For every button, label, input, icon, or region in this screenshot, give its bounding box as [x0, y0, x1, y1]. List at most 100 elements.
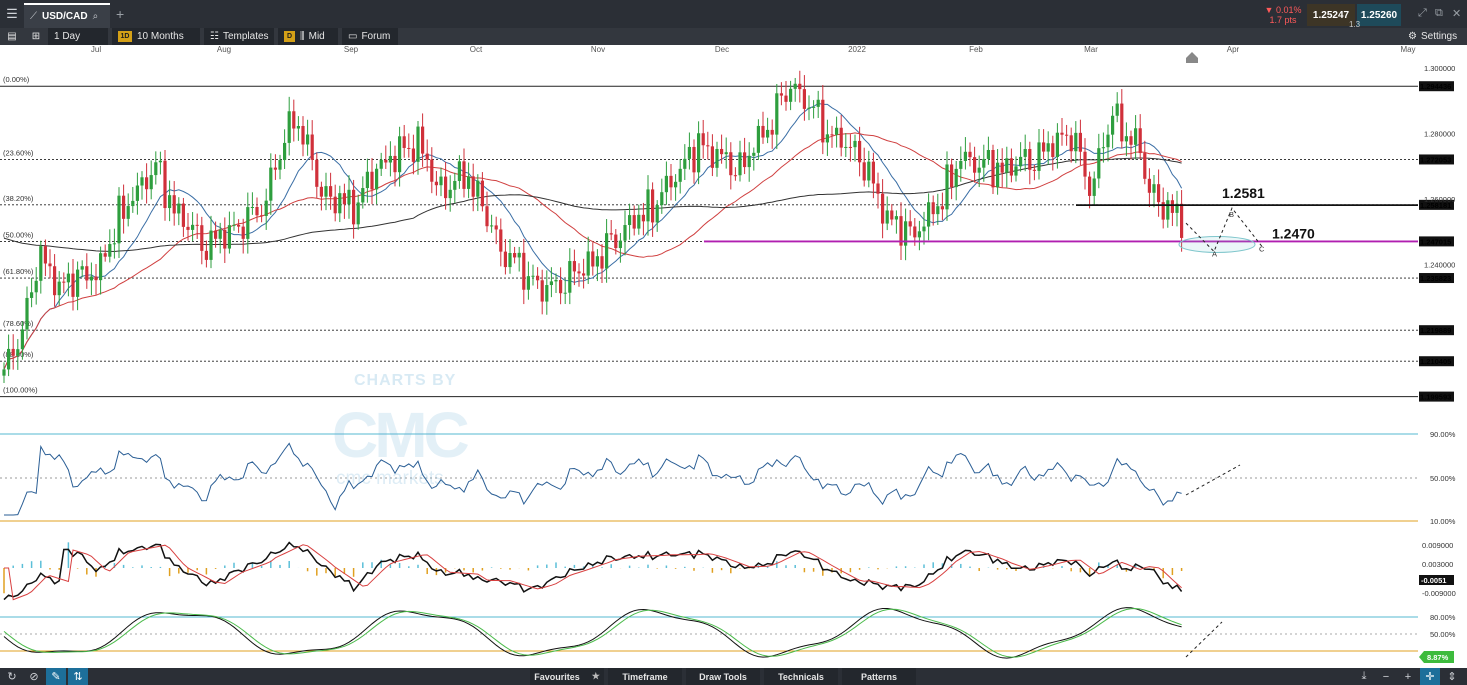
- candle-body: [301, 125, 305, 145]
- candle-body: [117, 195, 121, 244]
- chart-window: ☰ ⟋ USD/CAD ⌕ + ▼ 0.01% 1.7 pts 1.25247 …: [0, 0, 1467, 685]
- resize-icon[interactable]: ⇕: [1442, 668, 1462, 685]
- timeframe-button[interactable]: Timeframe: [608, 668, 682, 685]
- tab-usdcad[interactable]: ⟋ USD/CAD ⌕: [24, 3, 110, 28]
- candle-body: [871, 161, 875, 184]
- candle-body: [710, 146, 714, 168]
- candle-body: [701, 133, 705, 146]
- patterns-label: Patterns: [860, 671, 897, 682]
- candle-body: [775, 93, 779, 135]
- bid-price[interactable]: 1.25247: [1307, 4, 1355, 26]
- technicals-button[interactable]: Technicals: [764, 668, 838, 685]
- candle-body: [379, 159, 383, 169]
- candle-body: [1115, 103, 1119, 116]
- month-label: Feb: [969, 45, 983, 54]
- candle-body: [1000, 162, 1004, 173]
- candle-body: [678, 168, 682, 182]
- zoom-in-icon[interactable]: +: [1398, 668, 1418, 685]
- candle-body: [1028, 148, 1032, 170]
- price-type-button[interactable]: D ⫼ Mid: [278, 28, 338, 45]
- candle-body: [802, 89, 806, 109]
- candle-body: [628, 215, 632, 226]
- macd-panel: 0.009000 0.003000 -0.009000 -0.0051: [3, 541, 1456, 601]
- patterns-button[interactable]: Patterns: [842, 668, 916, 685]
- candle-body: [1134, 128, 1138, 145]
- draw-tools-button[interactable]: Draw Tools: [686, 668, 760, 685]
- stoch-current-tag: 8.87%: [1427, 653, 1449, 662]
- candle-body: [352, 189, 356, 225]
- candle-body: [108, 243, 112, 257]
- candle-body: [922, 226, 926, 232]
- candle-body: [986, 149, 990, 159]
- technicals-label: Technicals: [778, 671, 824, 682]
- candle-body: [669, 175, 673, 188]
- candle-body: [867, 161, 871, 181]
- detach-icon[interactable]: ⧉: [1435, 7, 1443, 20]
- favourites-button[interactable]: Favourites ★: [530, 668, 604, 685]
- candle-body: [485, 206, 489, 227]
- candle-body: [517, 252, 521, 258]
- candle-body: [697, 133, 701, 173]
- candle-body: [476, 180, 480, 197]
- templates-button[interactable]: ☷ Templates: [204, 28, 274, 45]
- candle-body: [85, 266, 89, 281]
- interval-button[interactable]: 1 Day: [48, 28, 108, 45]
- candle-body: [747, 155, 751, 168]
- candle-body: [513, 253, 517, 258]
- candle-icon: ⫼: [300, 31, 305, 42]
- export-icon[interactable]: ⤓: [1354, 668, 1374, 685]
- candle-body: [1074, 132, 1078, 152]
- macd-tick: 0.003000: [1422, 560, 1453, 569]
- candle-body: [1129, 136, 1133, 145]
- candle-body: [641, 214, 645, 222]
- zoom-out-icon[interactable]: −: [1376, 668, 1396, 685]
- move-icon[interactable]: ✛: [1420, 668, 1440, 685]
- pencil-icon[interactable]: ✎: [46, 668, 66, 685]
- candle-body: [1152, 184, 1156, 193]
- expand-icon[interactable]: ⤢: [1418, 7, 1427, 20]
- candle-body: [494, 225, 498, 230]
- candle-body: [683, 158, 687, 169]
- candle-body: [246, 207, 250, 239]
- range-button[interactable]: 1D 10 Months: [112, 28, 200, 45]
- candle-body: [292, 111, 296, 129]
- refresh-icon[interactable]: ↻: [2, 668, 22, 685]
- settings-label: Settings: [1420, 31, 1458, 42]
- hamburger-menu-icon[interactable]: ☰: [4, 6, 20, 22]
- candle-body: [89, 276, 93, 281]
- candle-body: [39, 246, 43, 281]
- candle-body: [572, 261, 576, 272]
- candle-body: [1023, 148, 1027, 157]
- panel-icon[interactable]: ▤: [4, 28, 20, 45]
- plus-icon[interactable]: +: [116, 6, 124, 22]
- macd-tick: -0.009000: [1422, 589, 1456, 598]
- candle-body: [807, 107, 811, 109]
- grid-icon[interactable]: ⊞: [28, 28, 44, 45]
- close-icon[interactable]: ✕: [1452, 7, 1461, 20]
- candle-body: [122, 195, 126, 219]
- price-change: ▼ 0.01% 1.7 pts: [1260, 4, 1306, 26]
- search-icon[interactable]: ⌕: [93, 11, 99, 22]
- candle-body: [1088, 176, 1092, 196]
- candle-body: [103, 253, 107, 257]
- candle-body: [398, 136, 402, 173]
- rsi-projection-line: [1185, 464, 1241, 496]
- crosshair-cursor-icon[interactable]: ⇅: [68, 668, 88, 685]
- forum-button[interactable]: ▭ Forum: [342, 28, 398, 45]
- candle-body: [319, 186, 323, 197]
- stochastic-panel: 80.00% 50.00% 8.87%: [0, 607, 1456, 663]
- candle-body: [181, 203, 185, 227]
- candle-body: [411, 148, 415, 162]
- timeframe-label: Timeframe: [622, 671, 668, 682]
- candle-body: [1124, 136, 1128, 142]
- candle-body: [71, 273, 75, 297]
- support-label: 1.2470: [1272, 225, 1315, 241]
- candle-body: [568, 261, 572, 293]
- macd-current-tag: -0.0051: [1421, 576, 1446, 585]
- settings-button[interactable]: ⚙ Settings: [1408, 28, 1466, 45]
- no-entry-icon[interactable]: ⊘: [24, 668, 44, 685]
- ask-price[interactable]: 1.25260: [1357, 4, 1401, 26]
- candle-body: [425, 153, 429, 160]
- price-chart[interactable]: Jul Aug Sep Oct Nov Dec 2022 Feb Mar Apr May (0.00…: [0, 45, 1467, 668]
- candle-body: [393, 155, 397, 173]
